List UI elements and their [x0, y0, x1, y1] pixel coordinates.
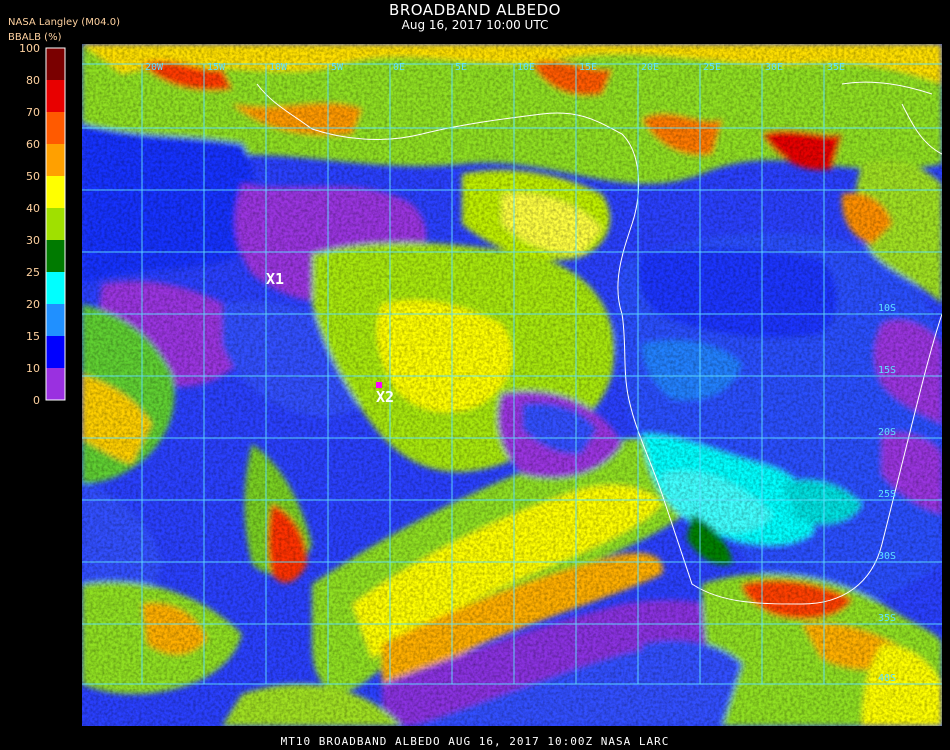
latitude-label: 35S — [878, 613, 896, 624]
colorbar-swatch — [46, 112, 65, 144]
page-title: BROADBAND ALBEDO — [389, 1, 561, 19]
latitude-label: 25S — [878, 489, 896, 500]
colorbar-swatch — [46, 80, 65, 112]
colorbar-swatch — [46, 208, 65, 240]
colorbar-swatch — [46, 368, 65, 400]
colorbar-swatch — [46, 176, 65, 208]
colorbar: 100807060504030252015100 — [19, 44, 66, 406]
colorbar-swatch — [46, 304, 65, 336]
longitude-label: 0E — [393, 62, 405, 73]
colorbar-tick-label: 30 — [26, 234, 40, 247]
colorbar-swatch — [46, 240, 65, 272]
colorbar-swatch — [46, 144, 65, 176]
longitude-label: 20E — [641, 62, 659, 73]
colorbar-tick-label: 40 — [26, 202, 40, 215]
longitude-label: 35E — [827, 62, 845, 73]
svg-text:X1: X1 — [266, 270, 284, 288]
colorbar-tick-label: 0 — [33, 394, 40, 406]
longitude-label: 5E — [455, 62, 467, 73]
colorbar-tick-label: 60 — [26, 138, 40, 151]
colorbar-tick-label: 100 — [19, 44, 40, 55]
colorbar-tick-label: 10 — [26, 362, 40, 375]
colorbar-swatch — [46, 48, 65, 80]
colorbar-swatch — [46, 272, 65, 304]
colorbar-tick-label: 70 — [26, 106, 40, 119]
colorbar-tick-label: 50 — [26, 170, 40, 183]
longitude-label: 30E — [765, 62, 783, 73]
longitude-label: 25E — [703, 62, 721, 73]
longitude-label: 10W — [269, 62, 288, 73]
latitude-label: 10S — [878, 303, 896, 314]
colorbar-tick-label: 20 — [26, 298, 40, 311]
colorbar-swatch — [46, 336, 65, 368]
timestamp-subtitle: Aug 16, 2017 10:00 UTC — [401, 18, 549, 32]
latitude-label: 30S — [878, 551, 896, 562]
latitude-label: 40S — [878, 673, 896, 684]
producer-label: NASA Langley (M04.0) — [8, 17, 120, 28]
longitude-label: 15E — [579, 62, 597, 73]
longitude-label: 5W — [331, 62, 344, 73]
colorbar-tick-label: 25 — [26, 266, 40, 279]
latitude-label: 20S — [878, 427, 896, 438]
latitude-label: 15S — [878, 365, 896, 376]
longitude-label: 10E — [517, 62, 535, 73]
albedo-map: 20W 15W 10W 5W 0E 5E 10E 15E 20E 25E 30E 35E 10S 15S 2… — [82, 44, 942, 726]
longitude-label: 15W — [207, 62, 226, 73]
colorbar-tick-label: 80 — [26, 74, 40, 87]
marker-x1: X1 — [266, 270, 284, 288]
footer-caption: MT10 BROADBAND ALBEDO AUG 16, 2017 10:00… — [280, 735, 670, 748]
longitude-label: 20W — [145, 62, 164, 73]
variable-label: BBALB (%) — [8, 32, 62, 43]
svg-text:X2: X2 — [376, 388, 394, 406]
colorbar-tick-label: 15 — [26, 330, 40, 343]
